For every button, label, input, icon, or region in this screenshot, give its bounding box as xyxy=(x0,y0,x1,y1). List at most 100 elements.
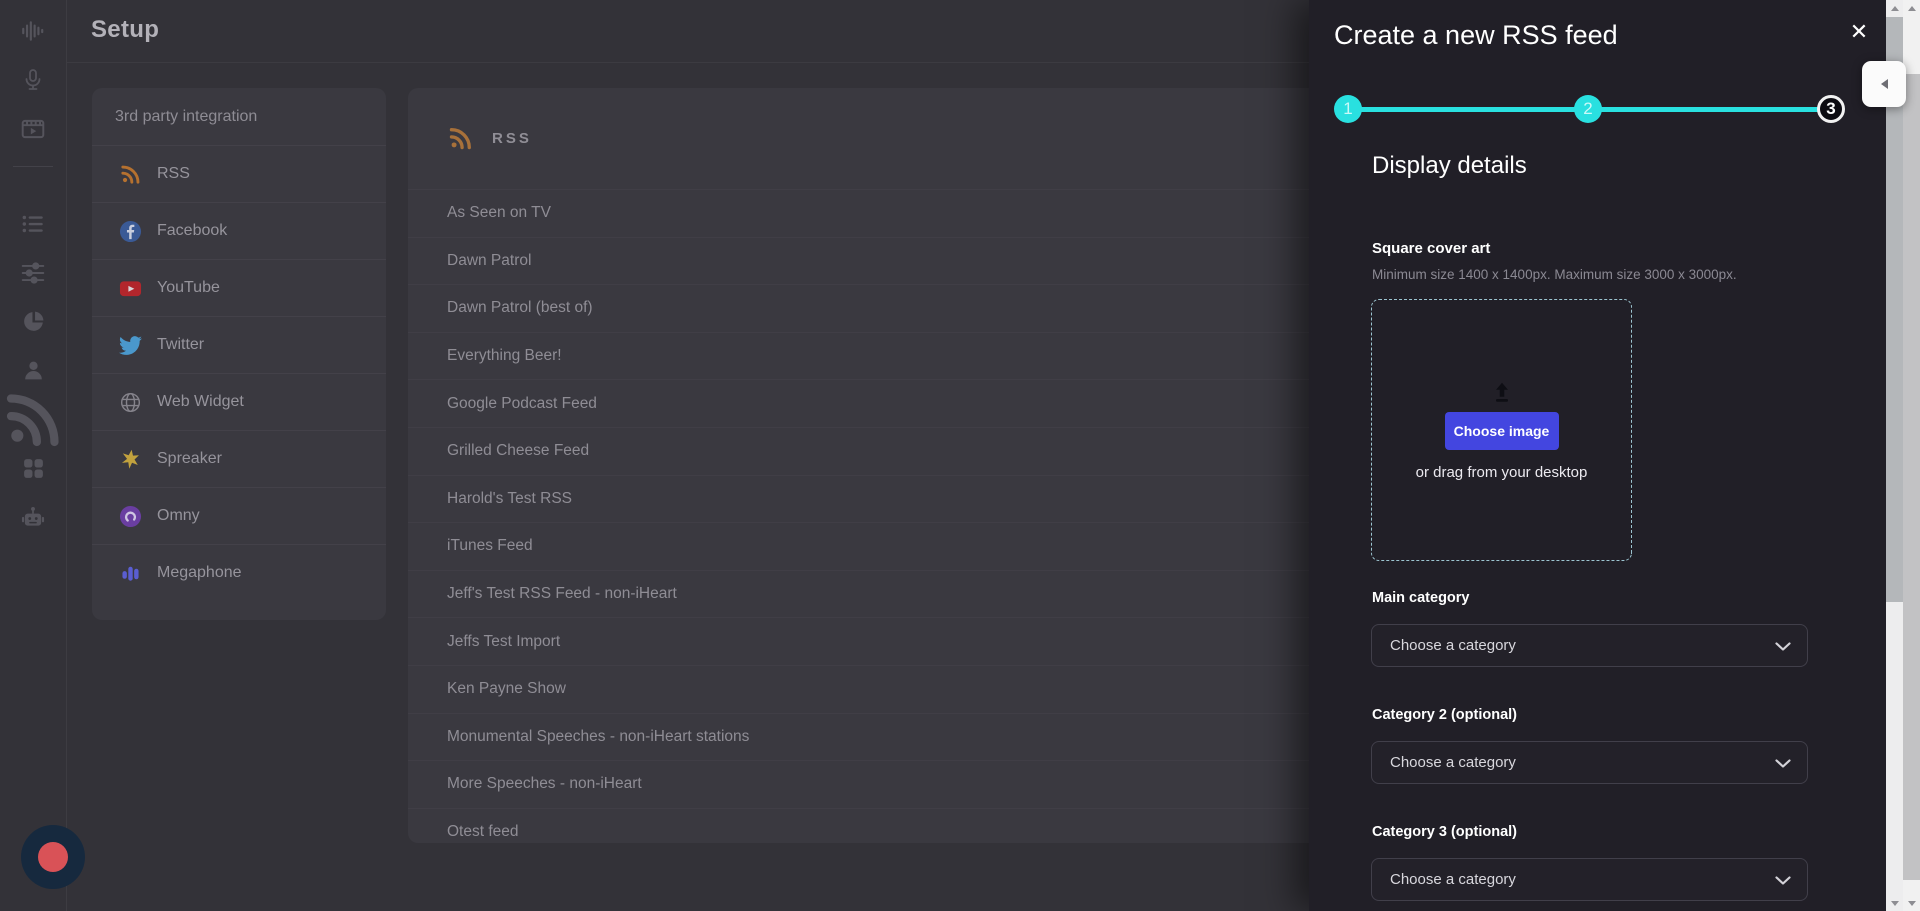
step-1-badge[interactable]: 1 xyxy=(1334,95,1362,123)
upload-icon xyxy=(1489,380,1515,406)
rss-feed-row-itunes-feed[interactable]: iTunes Feed xyxy=(408,522,1330,570)
select-main-category[interactable]: Choose a category xyxy=(1371,624,1808,667)
integration-label: Spreaker xyxy=(157,450,222,468)
triangle-down-icon xyxy=(1908,901,1916,906)
page-scroll-down-button[interactable] xyxy=(1903,895,1920,911)
rss-feed-row-monumental-speeches-non-iheart-stations[interactable]: Monumental Speeches - non-iHeart station… xyxy=(408,713,1330,761)
rail-item-video-icon[interactable] xyxy=(0,104,66,153)
integration-item-rss[interactable]: RSS xyxy=(92,145,386,202)
rss-feed-row-harold-s-test-rss[interactable]: Harold's Test RSS xyxy=(408,475,1330,523)
rss-feed-row-jeffs-test-import[interactable]: Jeffs Test Import xyxy=(408,617,1330,665)
rss-feed-title: Otest feed xyxy=(447,823,519,841)
rail-item-sliders-icon[interactable] xyxy=(0,248,66,297)
close-icon[interactable]: ✕ xyxy=(1843,16,1875,48)
integration-item-spreaker[interactable]: Spreaker xyxy=(92,430,386,487)
rss-feed-row-otest-feed[interactable]: Otest feed xyxy=(408,808,1330,843)
drawer-scrollbar[interactable] xyxy=(1886,0,1903,911)
integration-label: Web Widget xyxy=(157,393,244,411)
integration-label: Twitter xyxy=(157,336,204,354)
rail-item-pie-chart-icon[interactable] xyxy=(0,297,66,346)
page-title: Setup xyxy=(91,16,159,44)
rail-item-microphone-icon[interactable] xyxy=(0,55,66,104)
omny-icon xyxy=(119,505,142,528)
rss-feed-row-everything-beer[interactable]: Everything Beer! xyxy=(408,332,1330,380)
rss-card-header: RSS xyxy=(408,88,1330,189)
chevron-down-icon xyxy=(1775,642,1791,651)
rail-group-bottom xyxy=(0,199,66,542)
rss-card-title: RSS xyxy=(492,130,532,147)
drag-hint: or drag from your desktop xyxy=(1416,464,1588,481)
rail-item-waveform-icon[interactable] xyxy=(0,6,66,55)
record-dot-icon xyxy=(38,842,68,872)
rss-feed-title: Dawn Patrol (best of) xyxy=(447,299,593,317)
video-icon xyxy=(20,116,46,142)
rss-feed-row-dawn-patrol[interactable]: Dawn Patrol xyxy=(408,237,1330,285)
sidebar-rail xyxy=(0,0,67,911)
field-label-main-category: Main category xyxy=(1372,590,1470,606)
field-label-category-2-optional: Category 2 (optional) xyxy=(1372,707,1517,723)
select-category-3-optional[interactable]: Choose a category xyxy=(1371,858,1808,901)
rss-feed-title: Harold's Test RSS xyxy=(447,490,572,508)
drawer-collapse-handle[interactable] xyxy=(1862,61,1906,107)
waveform-icon xyxy=(20,18,46,44)
rail-item-playlist-icon[interactable] xyxy=(0,199,66,248)
rss-feed-row-jeff-s-test-rss-feed-non-iheart[interactable]: Jeff's Test RSS Feed - non-iHeart xyxy=(408,570,1330,618)
rail-item-rss-icon[interactable] xyxy=(0,395,66,444)
select-category-2-optional[interactable]: Choose a category xyxy=(1371,741,1808,784)
rss-icon xyxy=(0,387,66,453)
integration-item-megaphone[interactable]: Megaphone xyxy=(92,544,386,601)
integration-list: RSS FacebookYouTube Twitter Web Widget Sprea… xyxy=(92,145,386,601)
rss-feed-title: iTunes Feed xyxy=(447,537,533,555)
step-2-badge[interactable]: 2 xyxy=(1574,95,1602,123)
drawer-scroll-up-button[interactable] xyxy=(1886,0,1903,16)
integration-item-youtube[interactable]: YouTube xyxy=(92,259,386,316)
rss-feeds-card: RSS As Seen on TV Dawn Patrol Dawn Patrol … xyxy=(408,88,1330,843)
rss-feed-row-ken-payne-show[interactable]: Ken Payne Show xyxy=(408,665,1330,713)
rss-feed-title: As Seen on TV xyxy=(447,204,551,222)
integration-item-web-widget[interactable]: Web Widget xyxy=(92,373,386,430)
select-value: Choose a category xyxy=(1390,871,1516,888)
rss-feed-list: As Seen on TV Dawn Patrol Dawn Patrol (bes… xyxy=(408,189,1330,843)
choose-image-button[interactable]: Choose image xyxy=(1445,412,1559,450)
page-scrollbar[interactable] xyxy=(1903,0,1920,911)
youtube-icon xyxy=(119,277,142,300)
rss-feed-row-more-speeches-non-iheart[interactable]: More Speeches - non-iHeart xyxy=(408,760,1330,808)
twitter-icon xyxy=(119,334,142,357)
cover-art-dropzone[interactable]: Choose image or drag from your desktop xyxy=(1371,299,1632,561)
select-value: Choose a category xyxy=(1390,637,1516,654)
integrations-card-title: 3rd party integration xyxy=(92,88,386,145)
field-label-category-3-optional: Category 3 (optional) xyxy=(1372,824,1517,840)
integration-item-facebook[interactable]: Facebook xyxy=(92,202,386,259)
drawer-scroll-down-button[interactable] xyxy=(1886,895,1903,911)
rss-feed-title: Jeff's Test RSS Feed - non-iHeart xyxy=(447,585,677,603)
integration-label: RSS xyxy=(157,165,190,183)
rss-feed-title: More Speeches - non-iHeart xyxy=(447,775,642,793)
rail-group-top xyxy=(0,6,66,153)
megaphone-icon xyxy=(119,562,142,585)
rss-feed-row-dawn-patrol-best-of[interactable]: Dawn Patrol (best of) xyxy=(408,284,1330,332)
sliders-icon xyxy=(20,260,46,286)
rss-feed-row-as-seen-on-tv[interactable]: As Seen on TV xyxy=(408,189,1330,237)
chevron-left-icon xyxy=(1881,79,1888,89)
rss-feed-title: Monumental Speeches - non-iHeart station… xyxy=(447,728,749,746)
rss-feed-row-grilled-cheese-feed[interactable]: Grilled Cheese Feed xyxy=(408,427,1330,475)
rss-icon xyxy=(447,125,474,152)
cover-art-label: Square cover art xyxy=(1372,240,1490,257)
rail-item-robot-icon[interactable] xyxy=(0,493,66,542)
integration-item-twitter[interactable]: Twitter xyxy=(92,316,386,373)
integration-label: Megaphone xyxy=(157,564,242,582)
launcher-button[interactable] xyxy=(21,825,85,889)
rail-divider xyxy=(13,166,53,167)
page-scrollbar-thumb[interactable] xyxy=(1903,74,1920,880)
rss-feed-title: Dawn Patrol xyxy=(447,252,531,270)
create-rss-drawer: Create a new RSS feed ✕ 123 Display deta… xyxy=(1309,0,1887,911)
app-root: Setup 3rd party integration RSS FacebookY… xyxy=(0,0,1920,911)
triangle-up-icon xyxy=(1891,6,1899,11)
drawer-title: Create a new RSS feed xyxy=(1334,20,1618,51)
chevron-down-icon xyxy=(1775,759,1791,768)
rss-feed-row-google-podcast-feed[interactable]: Google Podcast Feed xyxy=(408,379,1330,427)
integration-item-omny[interactable]: Omny xyxy=(92,487,386,544)
step-3-badge[interactable]: 3 xyxy=(1817,95,1845,123)
page-scroll-up-button[interactable] xyxy=(1903,0,1920,16)
triangle-down-icon xyxy=(1891,901,1899,906)
